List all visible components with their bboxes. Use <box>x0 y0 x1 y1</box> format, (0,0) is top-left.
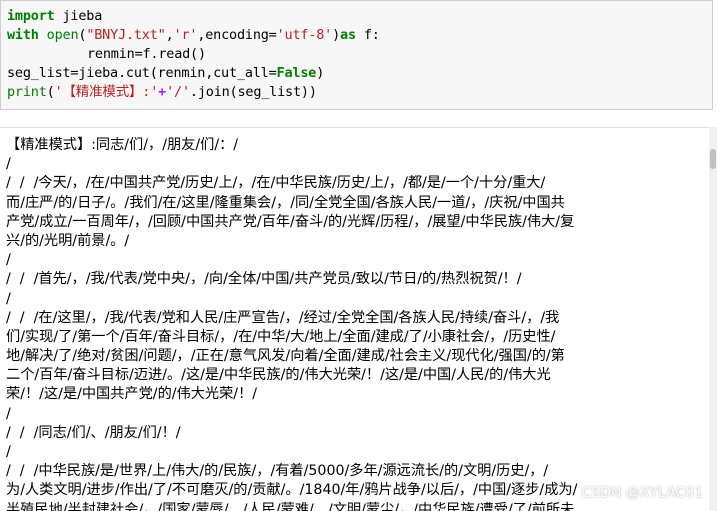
code-line-5: print('【精准模式】:'+'/'.join(seg_list)) <box>7 84 317 100</box>
output-line: 荣/！/这/是/中国共产党/的/伟大光荣/！/ <box>6 386 258 403</box>
output-line: 【精准模式】:同志/们/，/朋友/们/：/ <box>6 137 239 153</box>
code-line-3: renmin=f.read() <box>87 46 206 62</box>
output-line: 兴/的/光明/前景/。/ <box>6 232 130 249</box>
code-line-4: seg_list=jieba.cut(renmin,cut_all=False) <box>7 65 325 81</box>
code-line-1: import jieba <box>7 8 103 24</box>
output-line: 半殖民地/半封建社会/，/国家/蒙辱/、/人民/蒙难/、/文明/蒙尘/，/中华民… <box>6 501 575 511</box>
output-line: / <box>6 156 11 173</box>
output-line: 地/解决/了/绝对/贫困/问题/，/正在/意气风发/向着/全面/建成/社会主义/… <box>6 348 565 365</box>
output-area: 【精准模式】:同志/们/，/朋友/们/：/ / / / /今天/，/在/中国共产… <box>0 127 711 511</box>
keyword-import: import <box>7 8 55 24</box>
output-line: / / /首先/，/我/代表/党中央/，/向/全体/中国/共产党员/致以/节日/… <box>6 271 522 288</box>
output-line: / / /今天/，/在/中国共产党/历史/上/，/在/中华民族/历史/上/，/都… <box>6 175 546 192</box>
output-scrollbar[interactable] <box>709 127 717 511</box>
output-line: / / /同志/们/、/朋友/们/！/ <box>6 424 181 441</box>
output-line: 产党/成立/一百周年/，/回顾/中国共产党/百年/奋斗/的/光辉/历程/，/展望… <box>6 213 575 230</box>
code-cell[interactable]: import jieba with open("BNYJ.txt",'r',en… <box>0 0 713 110</box>
output-line: / <box>6 290 11 307</box>
output-line: 二个/百年/奋斗目标/迈进/。/这/是/中华民族/的/伟大光荣/！/这/是/中国… <box>6 367 551 384</box>
output-line: / / /在/这里/，/我/代表/党和人民/庄严宣告/，/经过/全党全国/各族人… <box>6 309 560 326</box>
output-line: / / /中华民族/是/世界/上/伟大/的/民族/，/有着/5000/多年/源远… <box>6 463 549 480</box>
watermark: CSDN @XYLAC01 <box>581 485 703 501</box>
scrollbar-thumb[interactable] <box>710 149 716 169</box>
output-line: / <box>6 405 11 422</box>
output-line: / <box>6 444 11 460</box>
output-line: 们/实现/了/第一个/百年/奋斗目标/，/在/中华/大/地上/全面/建成/了/小… <box>6 328 556 345</box>
output-line: / <box>6 252 11 269</box>
code-line-2: with open("BNYJ.txt",'r',encoding='utf-8… <box>7 27 380 43</box>
output-line: 而/庄严/的/日子/。/我们/在/这里/隆重集会/，/同/全党全国/各族人民/一… <box>6 194 565 211</box>
